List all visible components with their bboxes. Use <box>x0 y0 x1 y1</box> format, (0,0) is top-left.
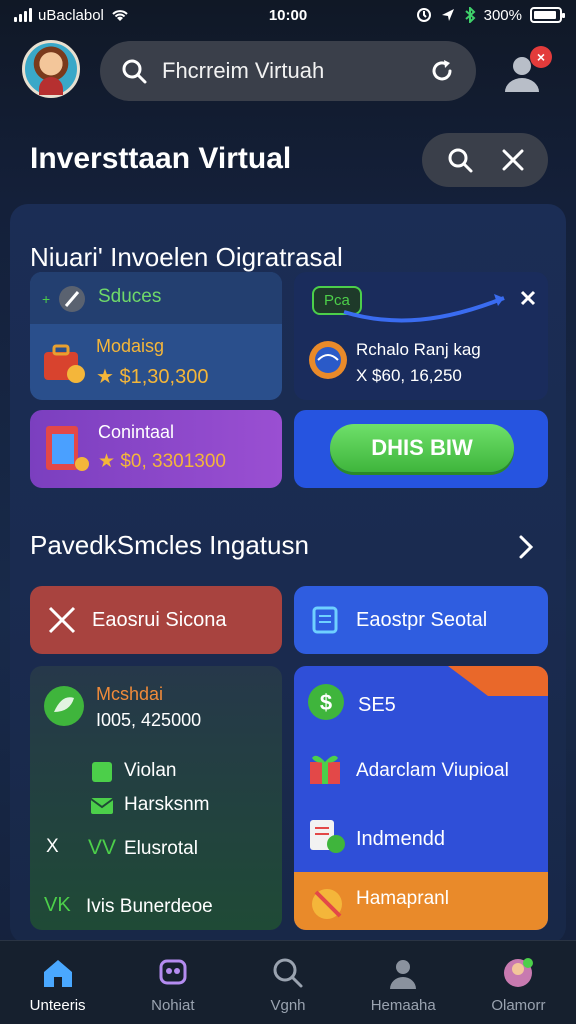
cube-icon <box>92 762 112 782</box>
trend-chart <box>343 290 536 323</box>
refresh-icon[interactable] <box>428 57 456 85</box>
search-icon <box>122 59 147 84</box>
list-item: Harsksnm <box>124 794 210 815</box>
signal-icon <box>14 8 32 22</box>
list-item: Indmendd <box>356 828 445 850</box>
chart-label: Rchalo Ranj kag <box>356 340 481 359</box>
action-button-blue[interactable]: Eaostpr Seotal <box>294 586 548 654</box>
nav-label: Unteeris <box>29 997 86 1014</box>
list-item: Hamapranl <box>356 888 449 909</box>
nav-label: Olamorr <box>491 997 546 1014</box>
dollar-icon: $ <box>308 684 344 720</box>
page-header: Inversttaаn Virtual <box>0 130 576 190</box>
list-item: Ivis Bunerdeoe <box>86 896 213 917</box>
pen-icon: + <box>42 286 85 312</box>
row-mid: VV <box>88 836 117 859</box>
nav-label: Nohiat <box>151 997 195 1014</box>
blue-tile: DHIS BIW <box>294 410 548 488</box>
highlight-row[interactable]: Hamapranl <box>294 872 548 930</box>
right-summary-card[interactable]: $ SE5 Adarclam Viupioal Indmendd Hamapra… <box>294 666 548 930</box>
search-input[interactable]: Fhcrreim Virtuah <box>162 58 428 84</box>
purple-value: ★ $0, 3301300 <box>98 451 226 472</box>
mail-icon <box>90 798 114 814</box>
cta-button[interactable]: DHIS BIW <box>330 424 514 472</box>
robot-icon <box>159 959 187 985</box>
chart-tile[interactable]: Pca Rchalo Ranj kag X $60, 16,250 <box>294 272 548 400</box>
nav-item-search[interactable]: Vgnh <box>230 941 345 1024</box>
battery-icon <box>530 7 565 23</box>
nav-item-robot[interactable]: Nohiat <box>115 941 230 1024</box>
leaf-icon <box>44 686 84 726</box>
home-icon <box>43 960 72 987</box>
corner-accent <box>448 666 548 696</box>
purple-tile[interactable]: Conintaal ★ $0, 3301300 <box>30 410 282 488</box>
carrier-label: uBaclabol <box>38 6 104 24</box>
close-icon[interactable] <box>500 147 526 173</box>
search-icon[interactable] <box>445 145 475 175</box>
user-avatar[interactable] <box>22 40 80 98</box>
nav-item-avatar[interactable]: Olamorr <box>461 941 576 1024</box>
svg-text:+: + <box>42 291 50 307</box>
money-bag-icon <box>312 889 342 919</box>
globe-icon <box>309 341 347 379</box>
purple-label: Conintaal <box>98 422 175 442</box>
tools-icon <box>48 606 76 634</box>
left-card-amount: I005, 425000 <box>96 710 202 730</box>
page-title: Inversttaаn Virtual <box>30 142 292 175</box>
alarm-icon <box>416 8 431 22</box>
notification-badge[interactable]: × <box>530 46 552 68</box>
stats-tile[interactable]: + Sduces Modaisg ★ $1,30,300 <box>30 272 282 400</box>
battery-percent: 300% <box>483 6 522 24</box>
building-icon <box>46 426 89 471</box>
nav-label: Hemaaha <box>370 997 436 1014</box>
action-button-red[interactable]: Eaosrui Sicona <box>30 586 282 654</box>
chart-value: X $60, 16,250 <box>356 366 462 385</box>
nav-label: Vgnh <box>270 997 306 1014</box>
list-item: SE5 <box>358 694 396 716</box>
document-icon <box>312 606 338 634</box>
wifi-icon <box>112 10 128 21</box>
stats-label: Modaisg <box>96 336 165 356</box>
row-prefix: VK <box>44 894 71 916</box>
main-panel: Niuari' Invoelen Oigratrasal + Sduces Mo… <box>10 204 566 944</box>
nav-item-person[interactable]: Hemaaha <box>346 941 461 1024</box>
bottom-nav: Unteeris Nohiat Vgnh Hemaaha Olamorr <box>0 940 576 1024</box>
stats-value: ★ $1,30,300 <box>96 366 209 388</box>
list-item: Violan <box>124 760 177 781</box>
top-bar: Fhcrreim Virtuah × <box>0 38 576 104</box>
left-card-title: Mcshdai <box>96 684 164 704</box>
svg-text:$: $ <box>320 690 332 715</box>
gift-icon <box>310 755 340 784</box>
left-summary-card[interactable]: Mcshdai I005, 425000 Violan Harsksnm X V… <box>30 666 282 930</box>
status-bar: uBaclabol 10:00 300% <box>0 0 576 30</box>
briefcase-icon <box>44 344 85 383</box>
action-button-label: Eaosrui Sicona <box>92 608 227 631</box>
avatar-icon <box>504 958 534 987</box>
section-title: PavedkSmcles Ingatusn <box>30 530 309 560</box>
bluetooth-icon <box>464 7 476 23</box>
stats-tag: Sduces <box>98 286 162 307</box>
header-actions <box>422 133 548 187</box>
list-item: Elusrotal <box>124 838 198 859</box>
receipt-icon <box>310 820 345 853</box>
person-icon <box>390 960 417 989</box>
search-bar[interactable]: Fhcrreim Virtuah <box>100 41 476 101</box>
location-icon <box>441 9 454 21</box>
list-item: Adarclam Viupioal <box>356 760 509 781</box>
status-time: 10:00 <box>268 6 308 24</box>
chevron-right-icon[interactable] <box>516 534 536 560</box>
nav-item-home[interactable]: Unteeris <box>0 941 115 1024</box>
action-button-label: Eaostpr Seotal <box>356 608 488 631</box>
section-title: Niuari' Invoelen Oigratrasal <box>30 242 343 272</box>
search-icon <box>273 958 303 988</box>
row-prefix: X <box>46 836 59 857</box>
